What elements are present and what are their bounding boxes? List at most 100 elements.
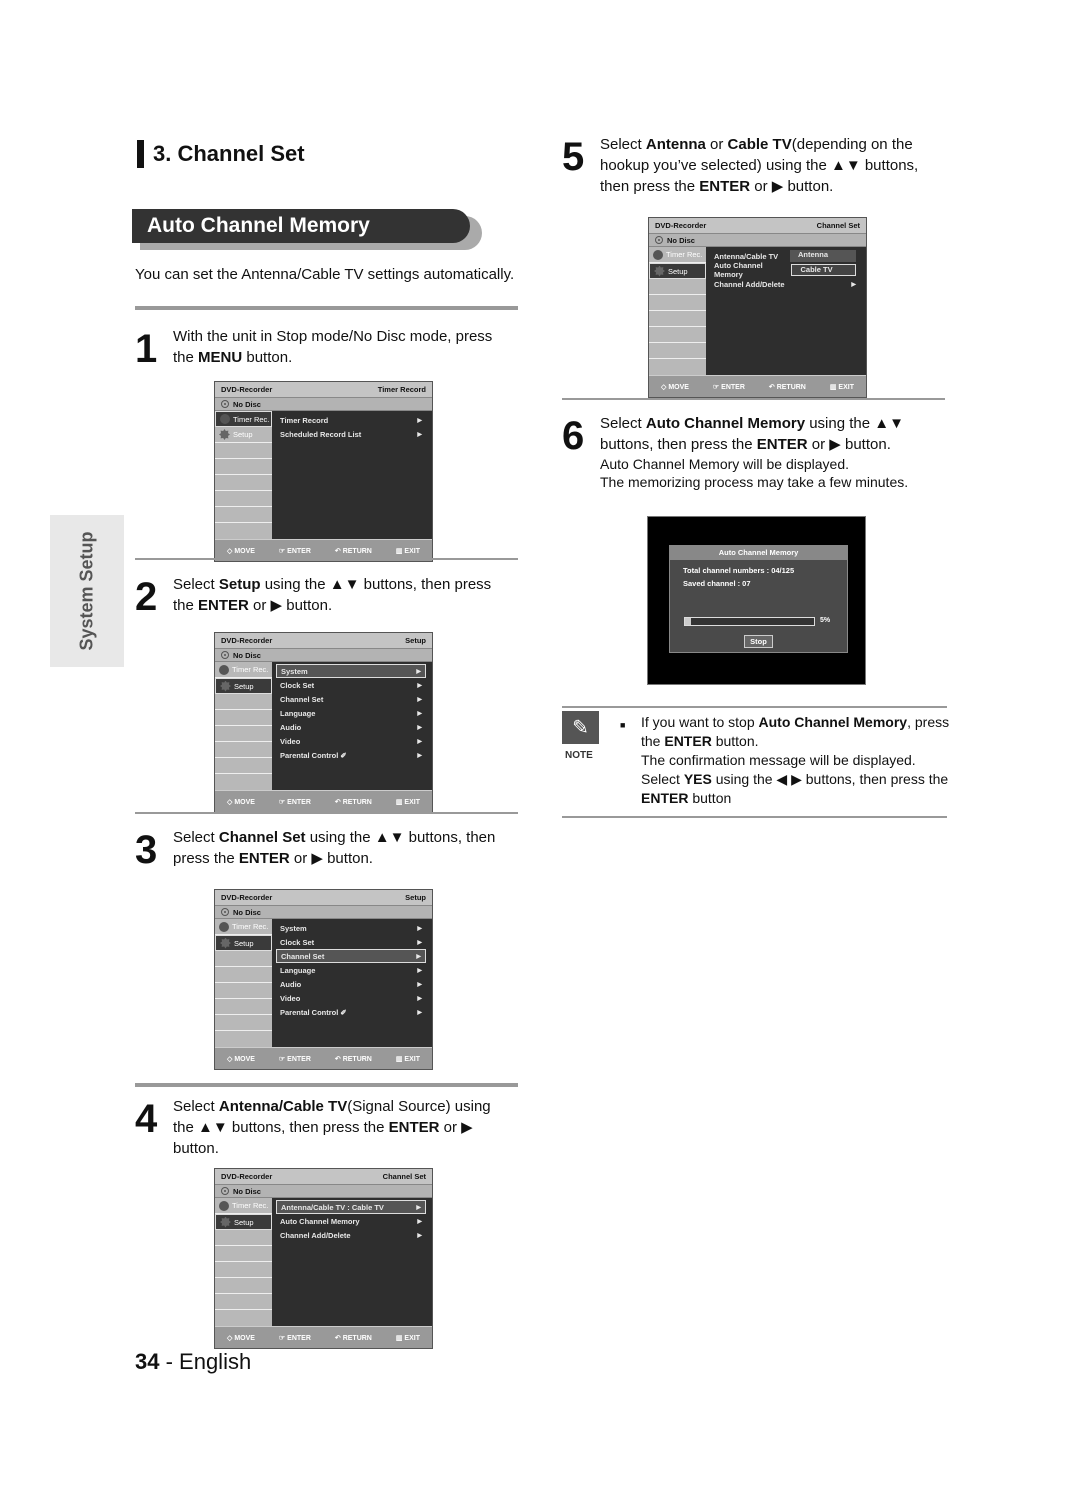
osd-sidebar-blank xyxy=(215,951,272,967)
osd-menu-item[interactable]: Clock Set ▶ xyxy=(276,935,426,949)
osd-sidebar-item[interactable]: Timer Rec. xyxy=(649,247,706,263)
osd-sidebar-item[interactable]: Setup xyxy=(215,427,272,443)
osd-menu-item[interactable]: Antenna/Cable TV : Cable TV ▶ xyxy=(276,1200,426,1214)
osd-footer-label: MOVE xyxy=(668,383,689,391)
osd-menu-label: Language xyxy=(280,965,316,975)
osd-screen: DVD-Recorder Setup No Disc Timer Rec. Setup S… xyxy=(214,632,433,813)
osd-menu: System ▶ Clock Set ▶ Channel Set ▶ Language ▶ Au… xyxy=(272,919,432,1047)
arrow-right-icon: ▶ xyxy=(416,953,421,960)
osd-menu-label: System xyxy=(280,923,307,933)
osd-sidebar-item[interactable]: Timer Rec. xyxy=(215,1198,272,1214)
osd-menu-item[interactable]: Audio ▶ xyxy=(276,977,426,991)
move-icon: ◇ xyxy=(660,383,667,391)
osd-menu-item[interactable]: Scheduled Record List ▶ xyxy=(276,427,426,441)
page-language: - English xyxy=(159,1349,252,1374)
osd-menu-item[interactable]: Language ▶ xyxy=(276,963,426,977)
osd-footer: ◇ MOVE ☞ ENTER ↶ RETURN ▥ EXIT xyxy=(215,1326,432,1348)
disc-label: No Disc xyxy=(233,399,261,409)
osd-footer-item: ◇ MOVE xyxy=(227,547,255,555)
osd-sidebar: Timer Rec. Setup xyxy=(215,1198,272,1326)
stop-button[interactable]: Stop xyxy=(744,635,773,648)
divider xyxy=(562,398,945,400)
popup-option[interactable]: Cable TV xyxy=(791,264,856,276)
osd-menu-label: Timer Record xyxy=(280,415,329,425)
osd-sidebar-label: Timer Rec. xyxy=(232,1201,269,1210)
osd-header: DVD-Recorder Channel Set xyxy=(649,218,866,234)
osd-menu-label: Parental Control ✐ xyxy=(280,1007,347,1017)
osd-menu-item[interactable]: System ▶ xyxy=(276,664,426,678)
pencil-icon: ✎ xyxy=(562,711,599,744)
arrow-right-icon: ▶ xyxy=(417,682,422,689)
osd-menu-item[interactable]: Auto Channel Memory Cable TV xyxy=(710,261,860,279)
osd-sidebar-blank xyxy=(215,1246,272,1262)
osd-sidebar: Timer Rec. Setup xyxy=(215,411,272,539)
osd-menu-item[interactable]: Clock Set ▶ xyxy=(276,678,426,692)
osd-disc-status: No Disc xyxy=(215,398,432,411)
osd-sidebar-label: Timer Rec. xyxy=(666,250,703,259)
osd-menu-item[interactable]: System ▶ xyxy=(276,921,426,935)
osd-sidebar-item[interactable]: Setup xyxy=(215,1214,272,1230)
popup-option[interactable]: Antenna xyxy=(790,250,856,262)
gear-icon xyxy=(220,937,231,949)
osd-sidebar-item[interactable]: Timer Rec. xyxy=(215,919,272,935)
osd-menu-label: Channel Add/Delete xyxy=(280,1230,351,1240)
osd-footer-item: ◇ MOVE xyxy=(227,798,255,806)
disc-label: No Disc xyxy=(233,650,261,660)
bullet-icon: ■ xyxy=(620,720,626,730)
return-icon: ↶ xyxy=(768,383,775,391)
osd-menu-item[interactable]: Channel Set ▶ xyxy=(276,949,426,963)
section-title: 3. Channel Set xyxy=(137,140,305,168)
total-channel-numbers: Total channel numbers : 04/125 xyxy=(683,566,795,575)
saved-channel: Saved channel : 07 xyxy=(683,579,751,588)
osd-menu-item[interactable]: Video ▶ xyxy=(276,991,426,1005)
osd-menu-item[interactable]: Channel Add/Delete ▶ xyxy=(276,1228,426,1242)
arrow-right-icon: ▶ xyxy=(417,738,422,745)
osd-footer-label: MOVE xyxy=(234,547,255,555)
osd-sidebar-item[interactable]: Timer Rec. xyxy=(215,411,272,427)
divider xyxy=(135,306,518,310)
osd-body: Timer Rec. Setup Antenna/Cable TV Antenna Au… xyxy=(649,247,866,375)
divider xyxy=(562,706,947,708)
section-title-text: 3. Channel Set xyxy=(153,141,305,166)
move-icon: ◇ xyxy=(226,547,233,555)
osd-screen: DVD-Recorder Channel Set No Disc Timer Rec.… xyxy=(648,217,867,398)
osd-menu-item[interactable]: Channel Add/Delete ▶ xyxy=(710,277,860,291)
osd-sidebar-blank xyxy=(215,1015,272,1031)
step-number: 3 xyxy=(135,828,158,872)
osd-disc-status: No Disc xyxy=(215,906,432,919)
note-text: If you want to stop Auto Channel Memory,… xyxy=(641,714,950,806)
osd-sidebar-label: Timer Rec. xyxy=(232,922,269,931)
osd-menu-item[interactable]: Audio ▶ xyxy=(276,720,426,734)
osd-sidebar-blank xyxy=(215,758,272,774)
side-tab: System Setup xyxy=(50,515,124,667)
osd-footer-label: MOVE xyxy=(234,1334,255,1342)
osd-menu-item[interactable]: Timer Record ▶ xyxy=(276,413,426,427)
osd-menu-item[interactable]: Video ▶ xyxy=(276,734,426,748)
osd-sidebar: Timer Rec. Setup xyxy=(649,247,706,375)
osd-disc-status: No Disc xyxy=(649,234,866,247)
arrow-right-icon: ▶ xyxy=(417,752,422,759)
title-bar xyxy=(137,140,144,168)
osd-sidebar-item[interactable]: Setup xyxy=(215,935,272,951)
osd-footer-label: RETURN xyxy=(342,1334,372,1342)
timer-icon xyxy=(220,414,230,424)
osd-footer-item: ☞ ENTER xyxy=(279,1055,311,1063)
osd-sidebar-item[interactable]: Setup xyxy=(649,263,706,279)
osd-footer-item: ↶ RETURN xyxy=(335,798,372,806)
osd-sidebar-item[interactable]: Setup xyxy=(215,678,272,694)
disc-icon xyxy=(221,908,229,916)
osd-footer-label: RETURN xyxy=(342,1055,372,1063)
banner-title: Auto Channel Memory xyxy=(132,209,470,243)
page-number: 34 xyxy=(135,1349,160,1374)
osd-header: DVD-Recorder Setup xyxy=(215,633,432,649)
osd-menu-item[interactable]: Channel Set ▶ xyxy=(276,692,426,706)
osd-menu-item[interactable]: Parental Control ✐ ▶ xyxy=(276,1005,426,1019)
osd-sidebar-blank xyxy=(215,694,272,710)
osd-sidebar-label: Setup xyxy=(234,1217,254,1227)
osd-menu-item[interactable]: Parental Control ✐ ▶ xyxy=(276,748,426,762)
osd-menu-label: Channel Add/Delete xyxy=(714,279,785,289)
osd-menu-item[interactable]: Language ▶ xyxy=(276,706,426,720)
osd-sidebar-item[interactable]: Timer Rec. xyxy=(215,662,272,678)
divider xyxy=(562,816,947,818)
osd-menu-item[interactable]: Auto Channel Memory ▶ xyxy=(276,1214,426,1228)
